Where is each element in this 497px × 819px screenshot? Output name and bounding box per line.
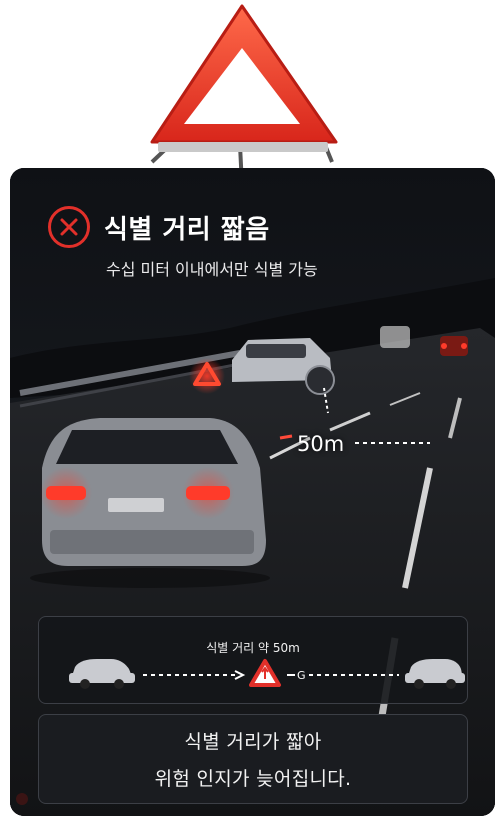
distance-diagram-graphic: G <box>69 659 465 689</box>
status-header: 식별 거리 짧음 <box>48 206 270 248</box>
car-left-icon <box>69 659 135 689</box>
warning-message-box: 식별 거리가 짧아 위험 인지가 늦어집니다. <box>38 714 468 804</box>
warning-triangle-product-image <box>150 4 338 188</box>
identification-distance-card: 식별 거리 짧음 수십 미터 이내에서만 식별 가능 50m 식별 거리 약 5… <box>10 168 495 816</box>
distance-diagram: 식별 거리 약 50m G <box>38 616 468 704</box>
page-title: 식별 거리 짧음 <box>104 214 270 245</box>
close-circle-icon <box>48 206 90 248</box>
car-right-icon <box>405 659 465 689</box>
svg-text:G: G <box>297 669 306 682</box>
corner-indicator-icon <box>16 793 28 805</box>
distance-label: 50m <box>297 432 345 456</box>
subtitle: 수십 미터 이내에서만 식별 가능 <box>106 260 318 279</box>
message-line-2: 위험 인지가 늦어집니다. <box>154 768 352 790</box>
warning-triangle-icon <box>249 659 281 687</box>
message-line-1: 식별 거리가 짧아 <box>184 731 322 753</box>
